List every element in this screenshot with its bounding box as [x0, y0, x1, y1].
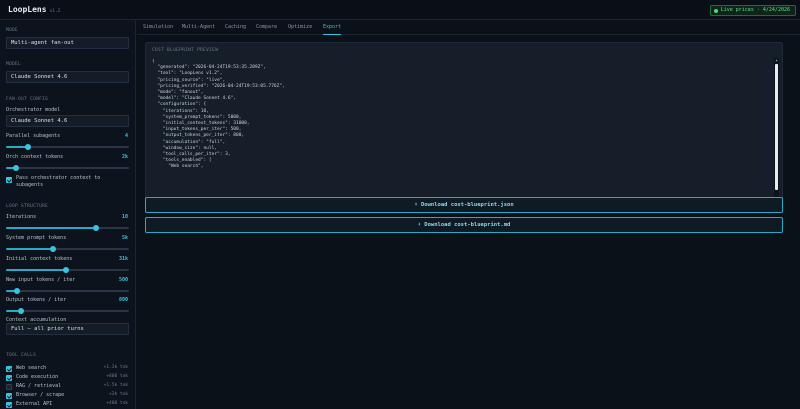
fanout-section-title: FAN-OUT CONFIG	[6, 97, 49, 102]
initial-context-value: 31k	[118, 256, 128, 262]
tool-cost: +1.3k tok	[103, 365, 128, 370]
tool-checkbox[interactable]	[6, 384, 12, 390]
json-preview-code: { "generated": "2026-04-24T19:53:35.209Z…	[152, 59, 772, 204]
tool-cost: +400 tok	[106, 401, 128, 406]
live-prices-label: Live prices · 4/24/2026	[720, 7, 790, 13]
orchestrator-model-label: Orchestrator model	[6, 107, 61, 113]
tab-compare[interactable]: Compare	[256, 24, 277, 35]
orchestrator-model-select[interactable]: Claude Sonnet 4.6	[6, 115, 129, 127]
orch-context-label: Orch context tokens	[6, 154, 64, 160]
top-bar: LoopLens v1.2 Live prices · 4/24/2026	[0, 0, 800, 20]
main-panel: Simulation Multi-Agent Caching Compare Optim…	[137, 20, 800, 409]
iterations-slider[interactable]	[6, 225, 129, 231]
orch-context-value: 2k	[121, 154, 128, 160]
output-tokens-slider[interactable]	[6, 308, 129, 314]
blueprint-preview: COST BLUEPRINT PREVIEW { "generated": "2…	[145, 42, 783, 209]
tool-checkbox[interactable]	[6, 402, 12, 408]
mode-section-title: MODE	[6, 28, 19, 33]
slider-handle[interactable]	[14, 288, 21, 294]
initial-context-label: Initial context tokens	[6, 256, 73, 262]
tool-cost: +1.5k tok	[103, 383, 128, 388]
slider-handle[interactable]	[17, 308, 24, 314]
slider-handle[interactable]	[63, 267, 70, 273]
tool-label: Web search	[16, 365, 47, 371]
tab-export[interactable]: Export	[323, 24, 342, 35]
slider-handle[interactable]	[92, 225, 99, 231]
tool-checkbox[interactable]	[6, 393, 12, 399]
output-tokens-value: 800	[118, 297, 128, 303]
preview-scrollbar[interactable]: ▲ ▼	[774, 58, 779, 206]
parallel-subagents-value: 4	[124, 133, 128, 139]
new-input-label: New input tokens / iter	[6, 277, 76, 283]
tab-optimize[interactable]: Optimize	[288, 24, 312, 35]
app-name: LoopLens	[8, 5, 47, 14]
tool-label: Browser / scrape	[16, 392, 65, 398]
sidebar: MODE Multi-agent fan-out MODEL Claude So…	[0, 20, 136, 409]
system-prompt-slider[interactable]	[6, 246, 129, 252]
tab-simulation[interactable]: Simulation	[143, 24, 173, 35]
tab-multi-agent[interactable]: Multi-Agent	[182, 24, 215, 35]
pass-context-label: Pass orchestrator context to subagents	[16, 175, 101, 188]
new-input-value: 500	[118, 277, 128, 283]
scroll-up-icon[interactable]: ▲	[774, 58, 779, 62]
tools-section-title: TOOL CALLS	[6, 353, 37, 358]
slider-handle[interactable]	[12, 165, 19, 171]
slider-handle[interactable]	[25, 144, 32, 150]
tool-checkbox[interactable]	[6, 375, 12, 381]
download-json-button[interactable]: ⬇ Download cost-blueprint.json	[145, 197, 783, 213]
system-prompt-value: 5k	[121, 235, 128, 241]
tool-cost: +3k tok	[109, 392, 128, 397]
iterations-value: 10	[121, 214, 128, 220]
orch-context-slider[interactable]	[6, 165, 129, 171]
download-md-button[interactable]: ⬇ Download cost-blueprint.md	[145, 217, 783, 233]
app-logo: LoopLens v1.2	[8, 5, 60, 14]
live-status-dot-icon	[713, 8, 718, 13]
parallel-subagents-slider[interactable]	[6, 144, 129, 150]
parallel-subagents-label: Parallel subagents	[6, 133, 61, 139]
initial-context-slider[interactable]	[6, 267, 129, 273]
tool-cost: +800 tok	[106, 374, 128, 379]
mode-select[interactable]: Multi-agent fan-out	[6, 37, 129, 49]
output-tokens-label: Output tokens / iter	[6, 297, 67, 303]
scrollbar-thumb[interactable]	[775, 64, 778, 190]
tool-label: Code execution	[16, 374, 59, 380]
loop-section-title: LOOP STRUCTURE	[6, 204, 49, 209]
pass-context-checkbox[interactable]	[6, 177, 12, 183]
model-section-title: MODEL	[6, 62, 22, 67]
tab-bar: Simulation Multi-Agent Caching Compare Optim…	[137, 20, 800, 35]
tool-checkbox[interactable]	[6, 366, 12, 372]
tool-label: RAG / retrieval	[16, 383, 62, 389]
app-version: v1.2	[49, 9, 61, 14]
iterations-label: Iterations	[6, 214, 37, 220]
system-prompt-label: System prompt tokens	[6, 235, 67, 241]
model-select[interactable]: Claude Sonnet 4.6	[6, 71, 129, 83]
context-accumulation-select[interactable]: Full — all prior turns	[6, 323, 129, 335]
tool-label: External API	[16, 401, 53, 407]
preview-title: COST BLUEPRINT PREVIEW	[152, 48, 219, 53]
live-prices-badge: Live prices · 4/24/2026	[709, 5, 796, 16]
code-line: "Web search",	[152, 164, 204, 170]
slider-handle[interactable]	[49, 246, 56, 252]
new-input-slider[interactable]	[6, 288, 129, 294]
tab-caching[interactable]: Caching	[225, 24, 246, 35]
